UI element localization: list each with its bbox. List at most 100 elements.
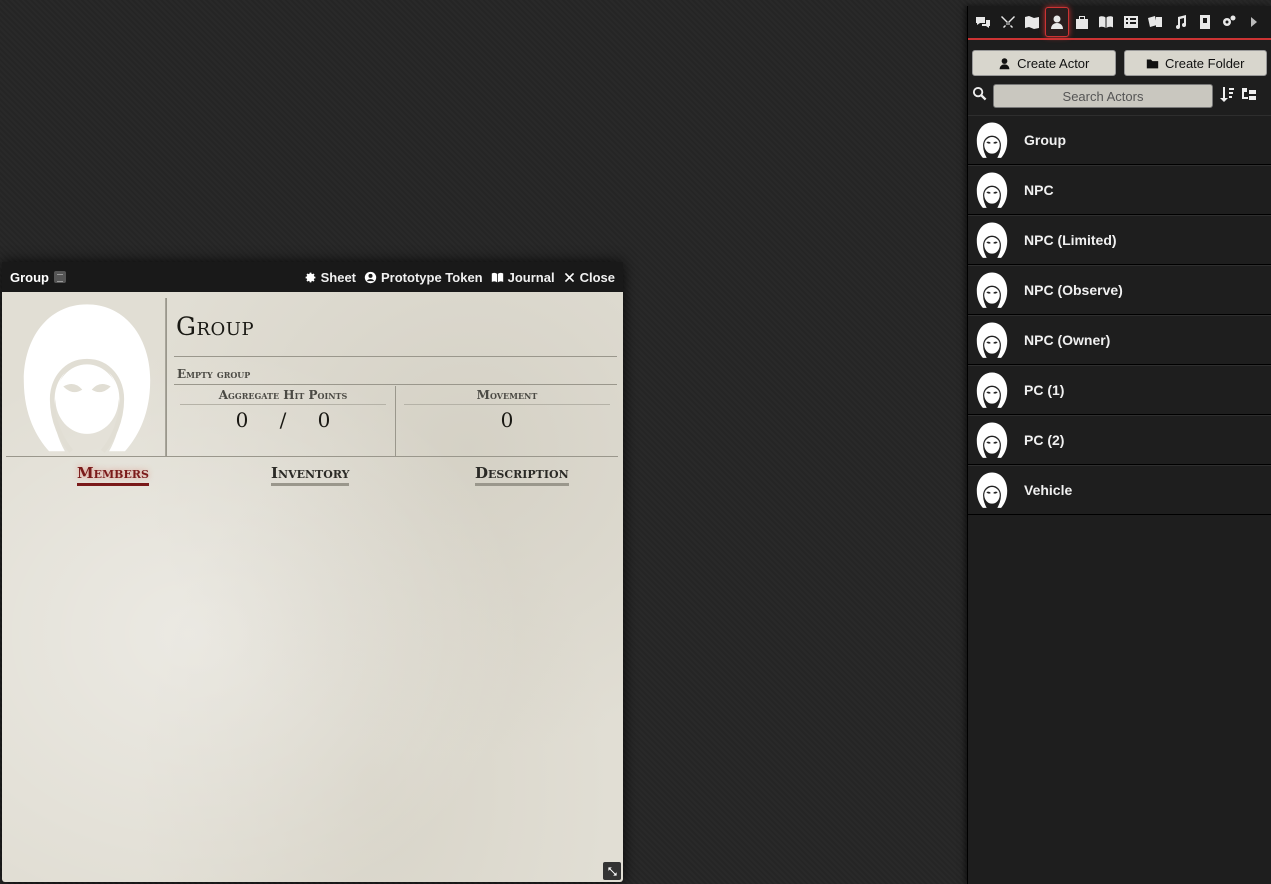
table-list-icon xyxy=(1123,16,1138,28)
aggregate-hp-value: 0 / 0 xyxy=(180,408,386,432)
hooded-figure-icon xyxy=(973,366,1011,414)
book-open-icon xyxy=(1099,16,1114,28)
tab-actors[interactable] xyxy=(1044,7,1070,37)
actor-portrait[interactable] xyxy=(8,298,166,456)
search-icon xyxy=(972,86,987,106)
resize-handle[interactable] xyxy=(603,862,621,880)
map-icon xyxy=(1025,16,1040,29)
actor-entry-name: NPC (Limited) xyxy=(1024,232,1117,248)
actor-entry-name: NPC xyxy=(1024,182,1054,198)
divider xyxy=(6,456,618,457)
tab-combat[interactable] xyxy=(996,7,1021,37)
tab-description[interactable]: Description xyxy=(475,464,569,486)
create-folder-button[interactable]: Create Folder xyxy=(1123,50,1267,76)
actor-entry-name: Group xyxy=(1024,132,1066,148)
tab-members[interactable]: Members xyxy=(77,464,149,486)
suitcase-icon xyxy=(1075,16,1088,29)
book-open-icon xyxy=(491,272,503,282)
hooded-figure-icon xyxy=(973,216,1011,264)
actor-entry[interactable]: NPC (Observe) xyxy=(968,265,1271,315)
actor-entry[interactable]: PC (1) xyxy=(968,365,1271,415)
actor-entry[interactable]: NPC (Owner) xyxy=(968,315,1271,365)
prototype-token-label: Prototype Token xyxy=(381,269,483,285)
search-input[interactable] xyxy=(993,84,1213,108)
aggregate-hit-points: Aggregate Hit Points 0 / 0 xyxy=(180,388,386,432)
sort-icon[interactable] xyxy=(1219,86,1235,107)
hooded-figure-icon xyxy=(973,116,1011,164)
hp-separator: / xyxy=(279,408,287,432)
tab-settings[interactable] xyxy=(1217,7,1242,37)
tab-tables[interactable] xyxy=(1119,7,1144,37)
collapse-sidebar-button[interactable] xyxy=(1242,7,1267,37)
chat-icon xyxy=(976,17,991,28)
actor-entry-name: PC (1) xyxy=(1024,382,1065,398)
combat-icon xyxy=(1000,16,1015,28)
create-actor-button[interactable]: Create Actor xyxy=(972,50,1116,76)
window-title: Group xyxy=(10,270,296,285)
sheet-tabs: Members Inventory Description xyxy=(2,464,623,492)
caret-right-icon xyxy=(1250,17,1257,27)
close-button[interactable]: Close xyxy=(563,270,615,285)
actor-entry-name: Vehicle xyxy=(1024,482,1073,498)
actor-entry[interactable]: PC (2) xyxy=(968,415,1271,465)
window-title-text: Group xyxy=(10,269,49,285)
tab-items[interactable] xyxy=(1069,7,1094,37)
actor-entry-name: NPC (Owner) xyxy=(1024,332,1111,348)
actor-entry[interactable]: NPC xyxy=(968,165,1271,215)
tab-journal[interactable] xyxy=(1094,7,1119,37)
search-row xyxy=(968,76,1271,108)
resize-icon xyxy=(607,866,617,876)
divider xyxy=(395,386,396,456)
sheet-config-button[interactable]: Sheet xyxy=(304,270,356,285)
actor-entry[interactable]: Vehicle xyxy=(968,465,1271,515)
journal-label: Journal xyxy=(507,269,555,285)
tab-cards[interactable] xyxy=(1143,7,1168,37)
sidebar-tabs xyxy=(968,6,1271,40)
hp-max: 0 xyxy=(317,408,331,432)
hooded-figure-icon xyxy=(973,166,1011,214)
actor-entry[interactable]: Group xyxy=(968,115,1271,165)
actor-list: Group NPC NPC (Limited) NPC (Observe) NP… xyxy=(968,115,1271,515)
sheet-body: Group Empty group Aggregate Hit Points 0… xyxy=(2,292,623,882)
movement: Movement 0 xyxy=(404,388,610,432)
folder-icon xyxy=(1146,58,1159,68)
user-circle-icon xyxy=(364,271,377,283)
gears-icon xyxy=(1223,15,1236,26)
divider xyxy=(174,384,617,385)
close-icon xyxy=(564,272,574,282)
hooded-figure-icon xyxy=(973,316,1011,364)
actor-entry[interactable]: NPC (Limited) xyxy=(968,215,1271,265)
divider xyxy=(174,356,617,357)
aggregate-hp-label: Aggregate Hit Points xyxy=(180,388,386,405)
window-header[interactable]: Group Sheet Prototype Token Journal Clos… xyxy=(2,262,623,292)
tab-compendium[interactable] xyxy=(1192,7,1217,37)
close-label: Close xyxy=(579,269,615,285)
group-summary: Empty group xyxy=(177,367,251,381)
gear-icon xyxy=(305,272,315,282)
tab-scenes[interactable] xyxy=(1020,7,1045,37)
hooded-figure-icon xyxy=(973,416,1011,464)
collapse-folders-icon[interactable] xyxy=(1241,86,1257,107)
create-folder-label: Create Folder xyxy=(1165,55,1245,71)
actor-name[interactable]: Group xyxy=(176,312,254,341)
tab-playlists[interactable] xyxy=(1168,7,1193,37)
hooded-figure-icon xyxy=(973,266,1011,314)
hooded-figure-icon xyxy=(973,466,1011,514)
actor-entry-name: PC (2) xyxy=(1024,432,1065,448)
journal-button[interactable]: Journal xyxy=(491,270,555,285)
create-actor-label: Create Actor xyxy=(1017,55,1090,71)
user-icon xyxy=(1051,15,1064,29)
prototype-token-button[interactable]: Prototype Token xyxy=(364,270,483,285)
document-id-icon[interactable] xyxy=(54,271,66,283)
user-icon xyxy=(999,57,1010,69)
actor-sheet-window: Group Sheet Prototype Token Journal Clos… xyxy=(2,262,623,882)
hp-current: 0 xyxy=(235,408,249,432)
tab-chat[interactable] xyxy=(971,7,996,37)
cards-icon xyxy=(1148,16,1163,27)
sidebar: Create Actor Create Folder Group NPC NPC… xyxy=(967,6,1271,884)
music-icon xyxy=(1176,15,1187,29)
divider xyxy=(166,298,167,456)
atlas-icon xyxy=(1199,15,1210,29)
tab-inventory[interactable]: Inventory xyxy=(271,464,350,486)
hooded-figure-icon xyxy=(8,298,166,456)
